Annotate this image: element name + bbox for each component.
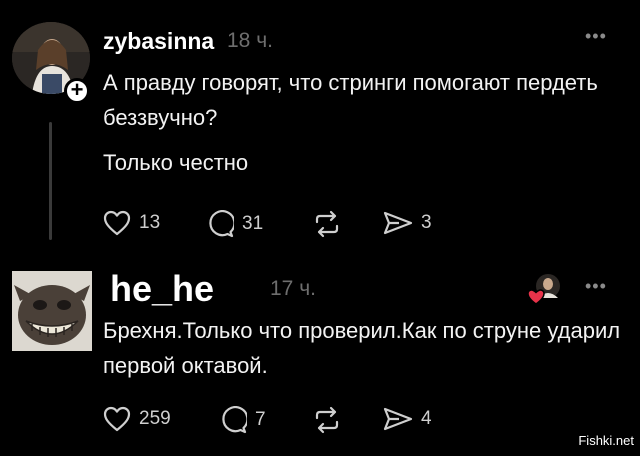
like-button[interactable]: 259 [103,406,171,432]
share-count: 4 [421,408,432,429]
share-button[interactable]: 4 [383,406,432,432]
repost-button[interactable] [312,210,342,238]
username[interactable]: he_he [110,268,214,310]
like-count: 13 [139,212,161,233]
repost-icon [315,210,339,238]
share-count: 3 [421,212,432,233]
like-button[interactable]: 13 [103,210,160,236]
username[interactable]: zybasinna [103,28,214,55]
repost-button[interactable] [312,406,342,434]
heart-icon [103,210,131,236]
heart-badge-icon [527,289,545,305]
share-button[interactable]: 3 [383,210,432,236]
heart-icon [103,406,131,432]
send-icon [383,407,413,431]
more-icon[interactable]: ••• [585,26,607,47]
liked-by-avatar[interactable] [527,272,562,306]
thread-line [49,122,52,240]
send-icon [383,211,413,235]
reply-button[interactable]: 31 [206,210,263,238]
reply-button[interactable]: 7 [219,406,266,434]
more-icon[interactable]: ••• [585,276,607,297]
repost-icon [315,406,339,434]
comment-icon [222,406,247,434]
follow-button[interactable]: + [64,78,90,104]
like-count: 259 [139,408,171,429]
timestamp: 17 ч. [270,277,316,300]
post-text: А правду говорят, что стринги помогают п… [103,70,598,130]
watermark: Fishki.net [578,433,634,448]
comment-icon [209,210,234,238]
feed: + zybasinna 18 ч. ••• А правду говорят, … [0,0,640,456]
timestamp: 18 ч. [227,29,273,52]
post-text: Только честно [103,150,249,175]
post-text: Брехня.Только что проверил.Как по струне… [103,318,621,378]
reply-count: 31 [242,213,264,234]
plus-icon: + [70,77,84,102]
reply-count: 7 [255,409,266,430]
avatar[interactable] [12,271,92,351]
